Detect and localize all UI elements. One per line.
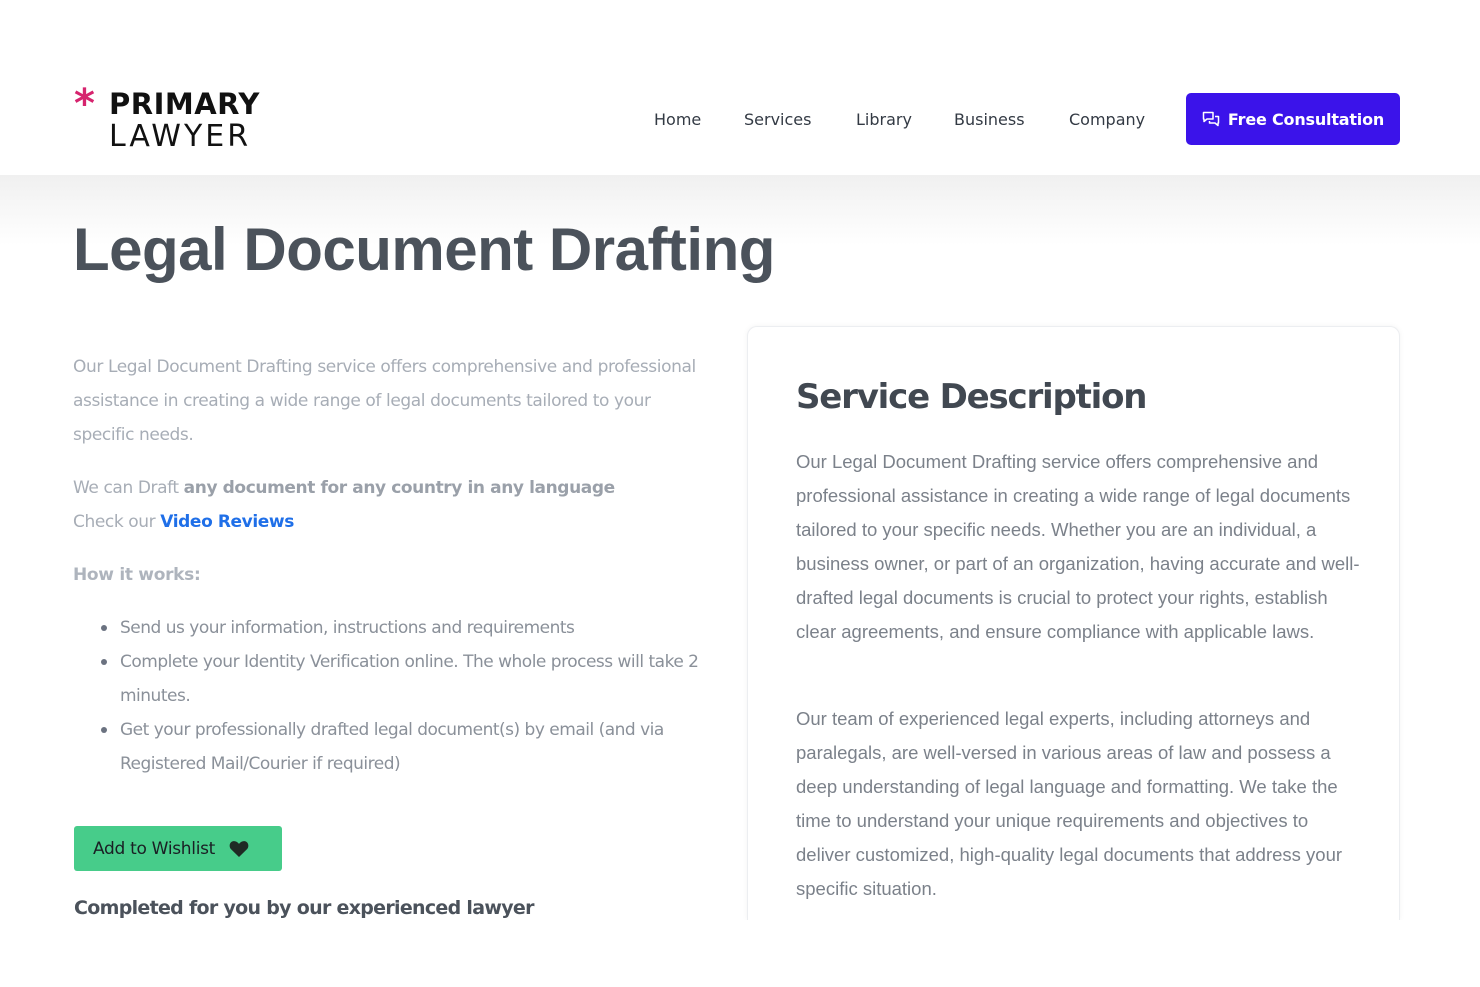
draft-prefix: We can Draft bbox=[73, 478, 184, 498]
service-description-card: Service Description Our Legal Document D… bbox=[747, 326, 1400, 920]
check-prefix: Check our bbox=[73, 512, 161, 532]
free-consultation-button[interactable]: Free Consultation bbox=[1186, 93, 1400, 145]
nav-services[interactable]: Services bbox=[744, 108, 811, 132]
completed-heading: Completed for you by our experienced law… bbox=[74, 897, 534, 919]
list-item: Get your professionally drafted legal do… bbox=[101, 713, 713, 781]
how-it-works-heading: How it works: bbox=[73, 565, 201, 585]
intro-column: Our Legal Document Drafting service offe… bbox=[73, 350, 713, 781]
nav-home[interactable]: Home bbox=[654, 108, 701, 132]
nav-business[interactable]: Business bbox=[954, 108, 1025, 132]
draft-line: We can Draft any document for any countr… bbox=[73, 471, 713, 539]
chat-bubbles-icon bbox=[1202, 111, 1220, 127]
nav-company[interactable]: Company bbox=[1069, 108, 1145, 132]
service-description-paragraph-2: Our team of experienced legal experts, i… bbox=[796, 708, 1343, 899]
site-header: * PRIMARY LAWYER Home Services Library B… bbox=[0, 0, 1480, 175]
page-title: Legal Document Drafting bbox=[73, 216, 775, 283]
list-item: Complete your Identity Verification onli… bbox=[101, 645, 713, 713]
steps-list: Send us your information, instructions a… bbox=[73, 611, 713, 781]
heart-icon bbox=[229, 840, 249, 857]
service-description-title: Service Description bbox=[796, 377, 1147, 417]
intro-lead: Our Legal Document Drafting service offe… bbox=[73, 357, 696, 445]
add-to-wishlist-label: Add to Wishlist bbox=[93, 838, 216, 859]
list-item: Send us your information, instructions a… bbox=[101, 611, 713, 645]
page-bottom bbox=[0, 920, 1480, 987]
draft-bold: any document for any country in any lang… bbox=[183, 478, 615, 498]
video-reviews-link[interactable]: Video Reviews bbox=[160, 512, 294, 532]
service-description-paragraph-1: Our Legal Document Drafting service offe… bbox=[796, 451, 1360, 642]
nav-library[interactable]: Library bbox=[856, 108, 912, 132]
add-to-wishlist-button[interactable]: Add to Wishlist bbox=[74, 826, 282, 871]
free-consultation-label: Free Consultation bbox=[1227, 109, 1385, 129]
